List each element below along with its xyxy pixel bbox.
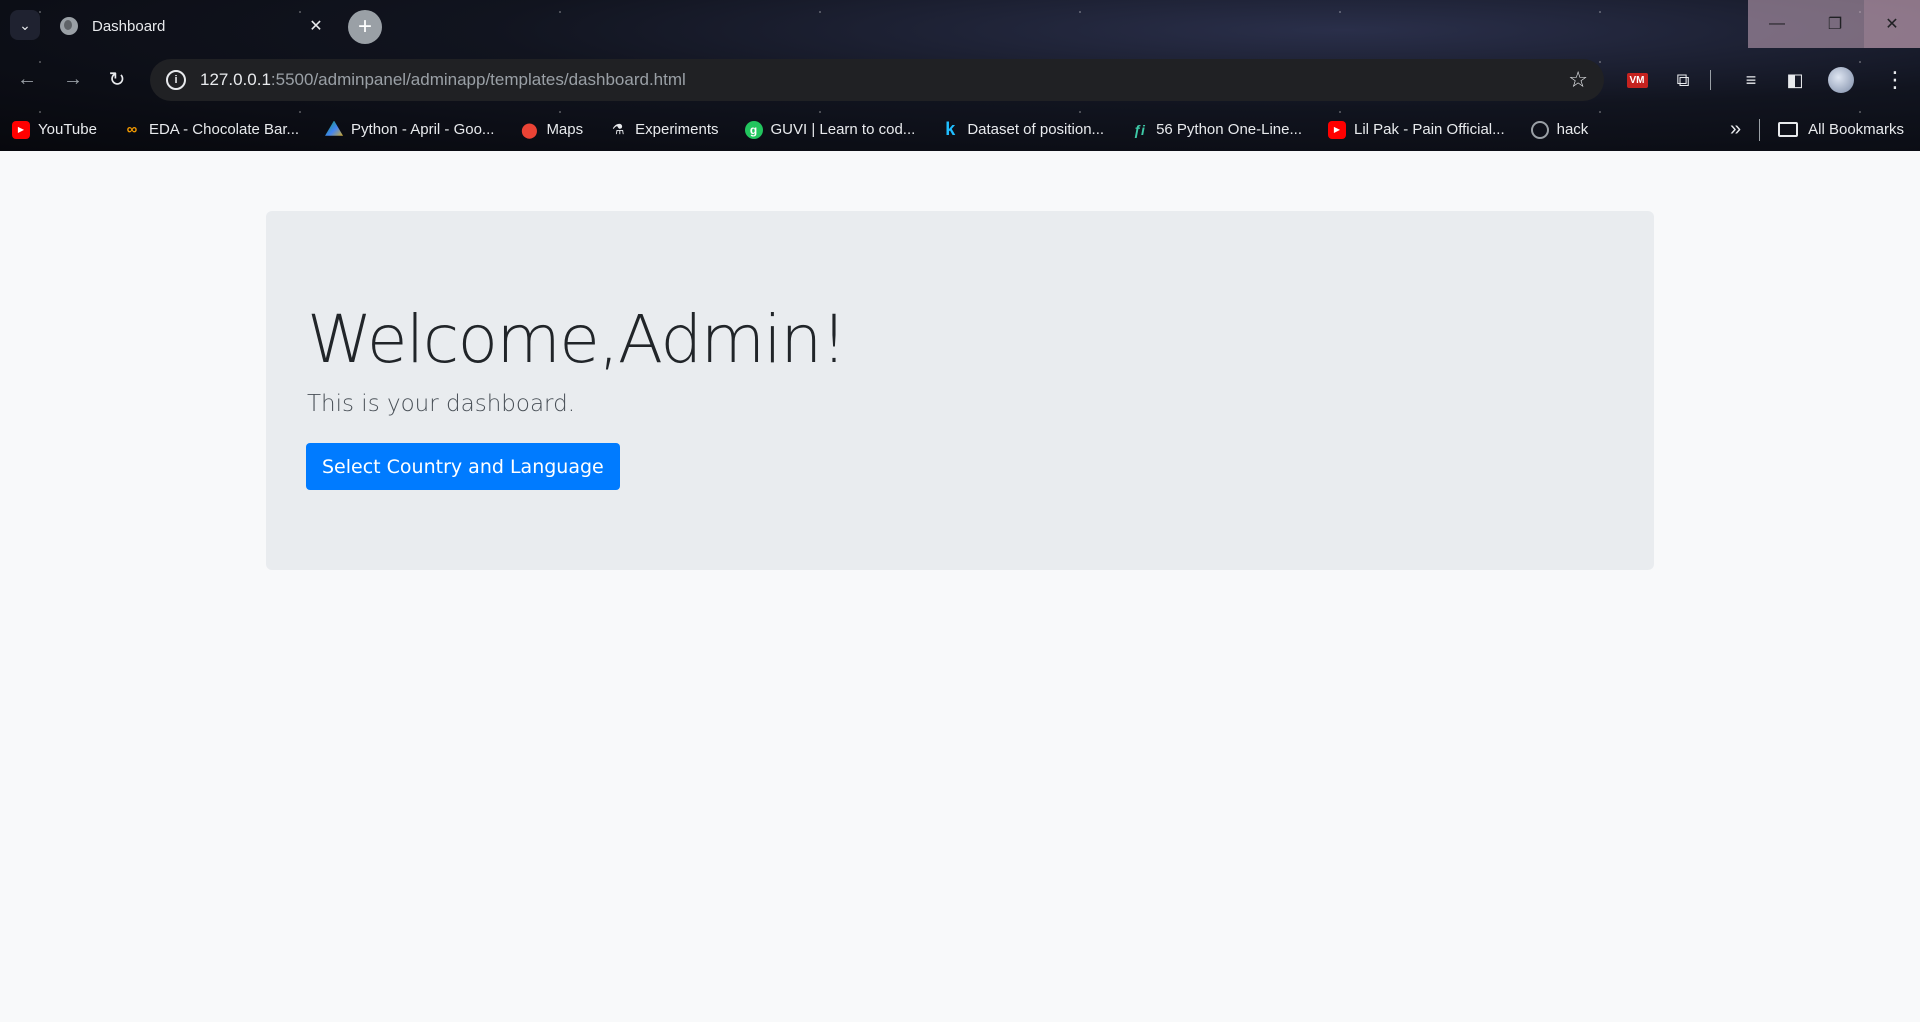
all-bookmarks-button[interactable]: All Bookmarks: [1808, 121, 1904, 138]
welcome-jumbotron: Welcome,Admin! This is your dashboard. S…: [266, 211, 1654, 570]
chevron-down-icon: ⌄: [19, 16, 31, 33]
side-panel-icon[interactable]: ◧: [1780, 65, 1810, 95]
url-host: 127.0.0.1: [200, 70, 271, 89]
media-controls-icon[interactable]: ≡: [1736, 65, 1766, 95]
globe-icon: [60, 17, 78, 35]
youtube-icon: ▶: [1328, 120, 1346, 139]
kebab-menu-icon[interactable]: ⋮: [1880, 65, 1910, 95]
bookmark-python-one-liners[interactable]: ƒi 56 Python One-Line...: [1130, 121, 1302, 139]
globe-icon: [1530, 120, 1549, 139]
bookmark-lil-pak[interactable]: ▶ Lil Pak - Pain Official...: [1328, 120, 1505, 139]
extensions-puzzle-icon[interactable]: ⧉: [1668, 65, 1698, 95]
bookmark-label: GUVI | Learn to cod...: [770, 121, 916, 138]
lead-text: This is your dashboard.: [307, 391, 576, 417]
bookmark-label: 56 Python One-Line...: [1156, 121, 1302, 138]
reload-button[interactable]: ↻: [102, 64, 132, 94]
avatar-icon: [1828, 67, 1854, 93]
bookmark-label: Python - April - Goo...: [351, 121, 495, 138]
bookmark-label: EDA - Chocolate Bar...: [148, 121, 300, 138]
bookmark-label: YouTube: [38, 121, 97, 138]
bookmark-label: Lil Pak - Pain Official...: [1354, 121, 1505, 138]
tab-strip: ⌄ Dashboard ✕ + — ❐ ✕: [0, 0, 1920, 50]
bookmarks-right: » All Bookmarks: [1730, 108, 1904, 151]
window-close-button[interactable]: ✕: [1864, 0, 1920, 48]
bookmark-maps[interactable]: ⬤ Maps: [520, 121, 583, 139]
flask-icon: ⚗: [611, 121, 625, 137]
fi-icon: ƒi: [1133, 121, 1145, 138]
bookmark-eda-chocolate[interactable]: ∞ EDA - Chocolate Bar...: [123, 121, 299, 139]
back-button[interactable]: ←: [12, 64, 42, 94]
google-drive-icon: [325, 120, 344, 136]
address-bar[interactable]: i 127.0.0.1:5500/adminpanel/adminapp/tem…: [150, 59, 1604, 101]
vm-extension-label: VM: [1626, 72, 1648, 88]
bookmark-python-april[interactable]: Python - April - Goo...: [325, 120, 495, 139]
tab-title: Dashboard: [92, 17, 166, 35]
select-country-language-button[interactable]: Select Country and Language: [306, 443, 620, 490]
tab-dashboard[interactable]: Dashboard ✕: [48, 6, 338, 46]
bookmark-experiments[interactable]: ⚗ Experiments: [609, 121, 719, 139]
youtube-icon: ▶: [12, 120, 30, 139]
bookmark-label: Maps: [546, 121, 584, 138]
bookmark-label: hack: [1556, 121, 1589, 138]
bookmarks-bar: ▶ YouTube ∞ EDA - Chocolate Bar... Python …: [0, 108, 1920, 151]
page-title: Welcome,Admin!: [307, 301, 847, 378]
page-content: Welcome,Admin! This is your dashboard. S…: [0, 151, 1920, 1022]
guvi-icon: g: [744, 120, 763, 139]
browser-toolbar: ← → ↻ i 127.0.0.1:5500/adminpanel/admina…: [0, 50, 1920, 108]
chevron-double-right-icon[interactable]: »: [1730, 118, 1741, 141]
minimize-button[interactable]: —: [1748, 0, 1806, 48]
site-info-icon[interactable]: i: [166, 70, 186, 90]
browser-chrome: ⌄ Dashboard ✕ + — ❐ ✕ ← → ↻ i 127.0.0.1:…: [0, 0, 1920, 151]
kaggle-icon: k: [945, 119, 956, 139]
colab-icon: ∞: [126, 121, 138, 138]
toolbar-separator: [1704, 65, 1716, 95]
bookmark-label: Experiments: [635, 121, 719, 138]
forward-button[interactable]: →: [58, 64, 88, 94]
bookmark-guvi[interactable]: g GUVI | Learn to cod...: [744, 120, 916, 139]
maps-icon: ⬤: [521, 121, 538, 139]
new-tab-button[interactable]: +: [348, 10, 382, 44]
bookmark-hack[interactable]: hack: [1530, 120, 1589, 139]
tab-search-button[interactable]: ⌄: [10, 10, 40, 40]
vm-extension-icon[interactable]: VM: [1622, 65, 1652, 95]
url-path: :5500/adminpanel/adminapp/templates/dash…: [270, 70, 686, 89]
profile-avatar[interactable]: [1826, 65, 1856, 95]
bookmark-dataset-position[interactable]: k Dataset of position...: [941, 119, 1105, 139]
folder-icon: [1778, 122, 1799, 137]
bookmark-youtube[interactable]: ▶ YouTube: [12, 120, 97, 139]
maximize-button[interactable]: ❐: [1806, 0, 1864, 48]
close-icon[interactable]: ✕: [306, 16, 326, 36]
bookmark-star-icon[interactable]: ☆: [1568, 67, 1588, 93]
bookmark-label: Dataset of position...: [967, 121, 1105, 138]
bookmarks-separator: [1759, 118, 1761, 141]
